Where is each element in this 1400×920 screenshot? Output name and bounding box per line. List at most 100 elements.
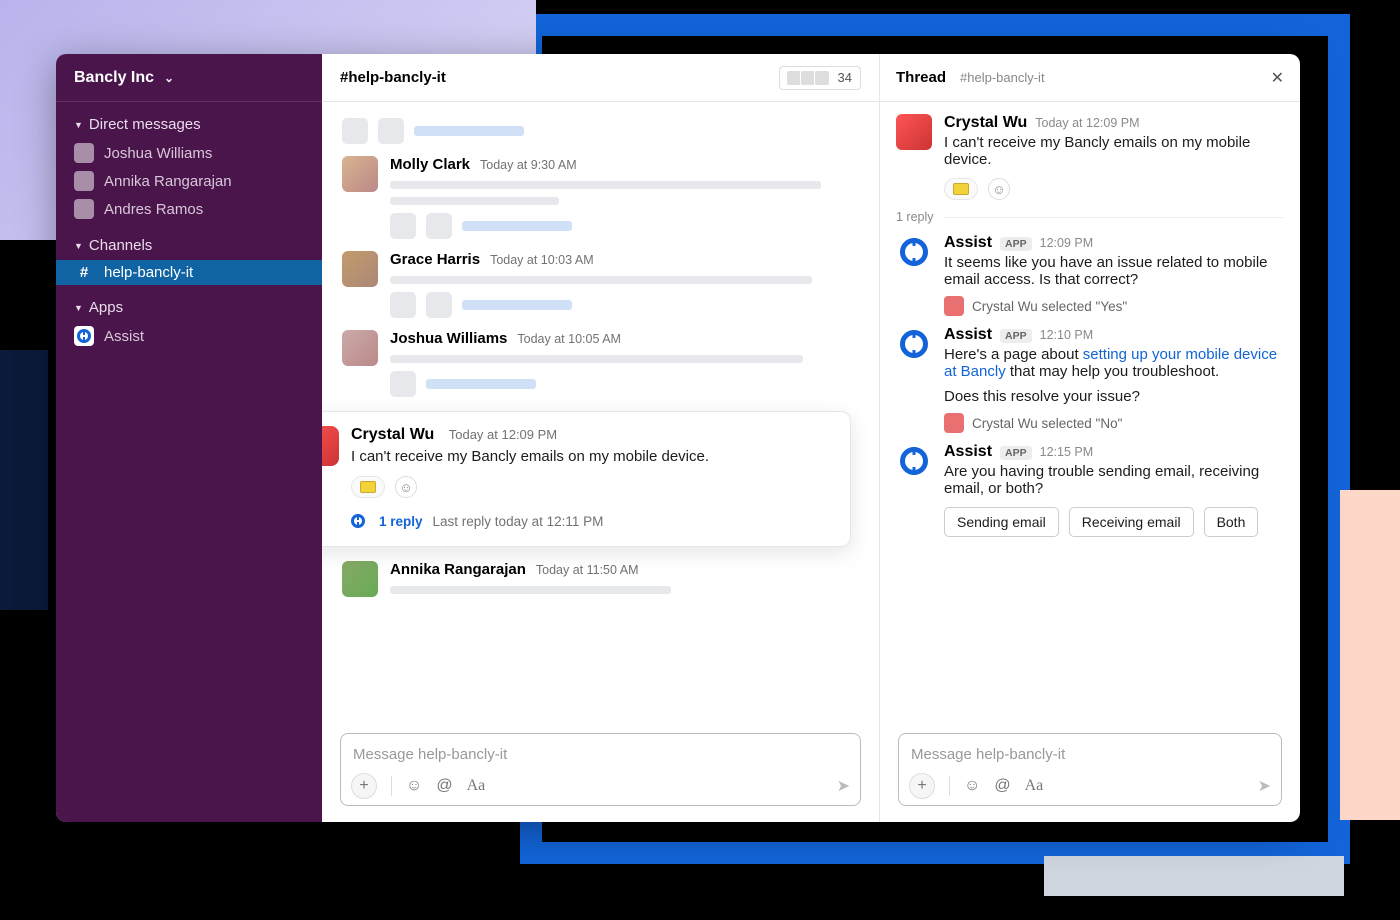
workspace-name: Bancly Inc <box>74 69 154 87</box>
avatar <box>896 114 932 150</box>
thread-reply-count[interactable]: 1 reply <box>379 514 423 529</box>
formatting-icon[interactable]: Aa <box>467 777 486 795</box>
placeholder-line <box>414 126 524 136</box>
assist-app-icon <box>896 443 932 479</box>
app-badge: APP <box>1000 237 1032 251</box>
message-timestamp: Today at 10:05 AM <box>517 332 621 346</box>
placeholder-line <box>426 379 536 389</box>
message-text: It seems like you have an issue related … <box>944 254 1284 288</box>
attach-button[interactable]: + <box>909 773 935 799</box>
dm-item[interactable]: Annika Rangarajan <box>56 167 322 195</box>
selection-record: Crystal Wu selected "No" <box>944 413 1284 433</box>
app-name: Assist <box>104 328 144 345</box>
channel-item-help-bancly-it[interactable]: # help-bancly-it <box>56 260 322 285</box>
avatar <box>342 561 378 597</box>
avatar <box>342 330 378 366</box>
mention-icon[interactable]: @ <box>994 777 1010 795</box>
channel-pane: #help-bancly-it 34 Molly Clark Today at … <box>322 54 880 822</box>
thread-reply-divider: 1 reply <box>896 210 1284 224</box>
ticket-icon <box>953 183 969 195</box>
dm-item[interactable]: Joshua Williams <box>56 139 322 167</box>
dm-name: Annika Rangarajan <box>104 173 232 190</box>
member-avatars <box>788 70 830 86</box>
avatar <box>74 143 94 163</box>
app-item-assist[interactable]: Assist <box>56 322 322 350</box>
message-list: Molly Clark Today at 9:30 AM <box>322 102 879 725</box>
assist-app-icon <box>896 326 932 362</box>
option-both[interactable]: Both <box>1204 507 1259 537</box>
thread-composer[interactable]: Message help-bancly-it + ☺ @ Aa ➤ <box>898 733 1282 806</box>
sidebar: Bancly Inc ⌄ ▼ Direct messages Joshua Wi… <box>56 54 322 822</box>
thread-message-list: Crystal Wu Today at 12:09 PM I can't rec… <box>880 102 1300 725</box>
avatar <box>342 251 378 287</box>
dm-item[interactable]: Andres Ramos <box>56 195 322 223</box>
channel-title[interactable]: #help-bancly-it <box>340 69 446 86</box>
message[interactable]: Molly Clark Today at 9:30 AM <box>322 150 879 245</box>
chevron-down-icon: ⌄ <box>164 71 174 85</box>
thread-reply[interactable]: Assist APP 12:15 PM Are you having troub… <box>896 443 1284 537</box>
member-count-button[interactable]: 34 <box>779 66 861 90</box>
add-reaction-button[interactable]: ☺ <box>395 476 417 498</box>
placeholder-block <box>426 213 452 239</box>
message-text: Are you having trouble sending email, re… <box>944 463 1284 497</box>
emoji-icon[interactable]: ☺ <box>406 777 422 795</box>
app-badge: APP <box>1000 329 1032 343</box>
caret-down-icon: ▼ <box>74 120 83 130</box>
option-sending-email[interactable]: Sending email <box>944 507 1059 537</box>
divider <box>949 776 950 796</box>
message-text: Here's a page about setting up your mobi… <box>944 346 1284 380</box>
message-author: Crystal Wu <box>944 114 1027 132</box>
mention-icon[interactable]: @ <box>436 777 452 795</box>
option-buttons: Sending email Receiving email Both <box>944 507 1284 537</box>
attach-button[interactable]: + <box>351 773 377 799</box>
thread-root-message[interactable]: Crystal Wu Today at 12:09 PM I can't rec… <box>896 114 1284 200</box>
assist-app-icon <box>74 326 94 346</box>
placeholder-line <box>462 221 572 231</box>
close-icon[interactable]: ✕ <box>1271 68 1284 88</box>
workspace-switcher[interactable]: Bancly Inc ⌄ <box>56 54 322 102</box>
avatar <box>944 296 964 316</box>
thread-reply-label: 1 reply <box>896 210 934 224</box>
reaction-ticket[interactable] <box>351 476 385 498</box>
message-author: Crystal Wu <box>351 426 434 443</box>
composer-placeholder: Message help-bancly-it <box>351 742 850 773</box>
divider <box>391 776 392 796</box>
placeholder-block <box>342 118 368 144</box>
message-timestamp: 12:09 PM <box>1040 236 1094 250</box>
thread-reply[interactable]: Assist APP 12:10 PM Here's a page about … <box>896 326 1284 433</box>
thread-pane: Thread #help-bancly-it ✕ Crystal Wu Toda… <box>880 54 1300 822</box>
send-icon[interactable]: ➤ <box>837 776 850 796</box>
formatting-icon[interactable]: Aa <box>1025 777 1044 795</box>
reaction-ticket[interactable] <box>944 178 978 200</box>
emoji-icon[interactable]: ☺ <box>964 777 980 795</box>
send-icon[interactable]: ➤ <box>1258 776 1271 796</box>
message-timestamp: Today at 10:03 AM <box>490 253 594 267</box>
message[interactable]: Annika Rangarajan Today at 11:50 AM <box>322 555 879 603</box>
option-receiving-email[interactable]: Receiving email <box>1069 507 1194 537</box>
dm-section-header[interactable]: ▼ Direct messages <box>56 102 322 139</box>
highlighted-message-card[interactable]: Crystal Wu Today at 12:09 PM I can't rec… <box>322 411 851 547</box>
channels-section-label: Channels <box>89 237 152 254</box>
message[interactable]: Joshua Williams Today at 10:05 AM <box>322 324 879 403</box>
app-badge: APP <box>1000 446 1032 460</box>
message[interactable]: Grace Harris Today at 10:03 AM <box>322 245 879 324</box>
message-author: Annika Rangarajan <box>390 561 526 578</box>
member-count: 34 <box>838 70 852 85</box>
message-timestamp: 12:15 PM <box>1040 445 1094 459</box>
message-timestamp: Today at 9:30 AM <box>480 158 577 172</box>
dm-name: Andres Ramos <box>104 201 203 218</box>
ticket-icon <box>360 481 376 493</box>
channel-header: #help-bancly-it 34 <box>322 54 879 102</box>
message-text: I can't receive my Bancly emails on my m… <box>944 134 1284 168</box>
thread-header: Thread #help-bancly-it ✕ <box>880 54 1300 102</box>
placeholder-block <box>378 118 404 144</box>
apps-section-label: Apps <box>89 299 123 316</box>
apps-section-header[interactable]: ▼ Apps <box>56 285 322 322</box>
add-reaction-button[interactable]: ☺ <box>988 178 1010 200</box>
selection-record: Crystal Wu selected "Yes" <box>944 296 1284 316</box>
placeholder-line <box>390 355 803 363</box>
message-composer[interactable]: Message help-bancly-it + ☺ @ Aa ➤ <box>340 733 861 806</box>
channels-section-header[interactable]: ▼ Channels <box>56 223 322 260</box>
avatar <box>342 156 378 192</box>
thread-reply[interactable]: Assist APP 12:09 PM It seems like you ha… <box>896 234 1284 316</box>
